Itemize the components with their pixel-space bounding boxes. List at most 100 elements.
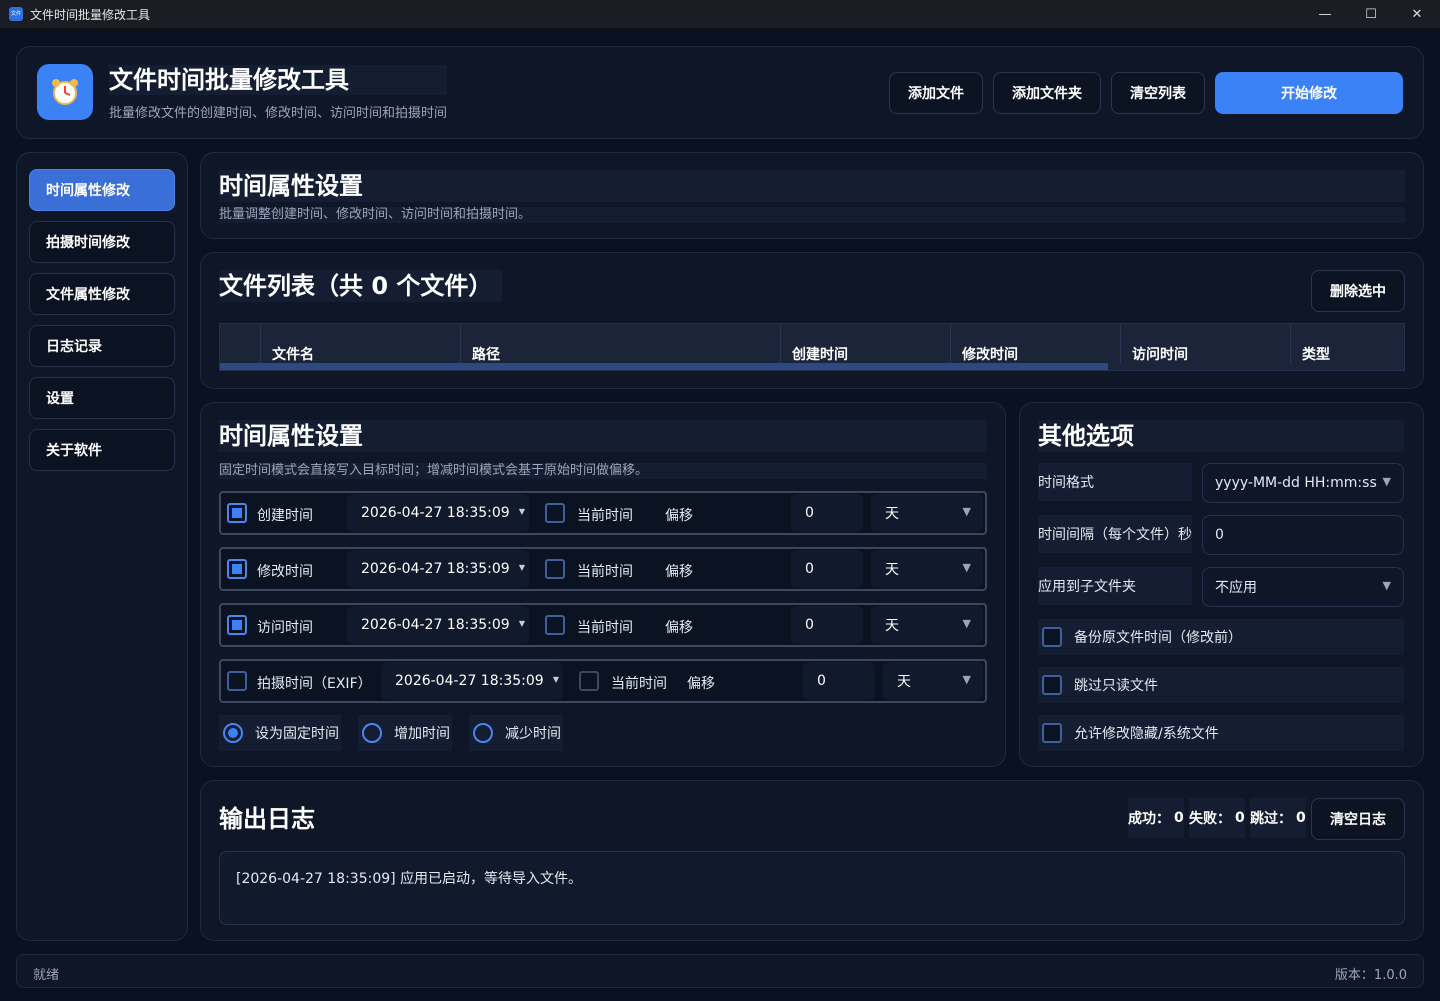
- time-settings-subtitle: 固定时间模式会直接写入目标时间；增减时间模式会基于原始时间做偏移。: [219, 463, 987, 479]
- add-folder-button[interactable]: 添加文件夹: [993, 72, 1101, 114]
- radio-icon: [362, 723, 382, 743]
- modified-time-checkbox[interactable]: [227, 559, 247, 579]
- time-row-created: 创建时间 2026-04-27 18:35:09 ▼ 当前时间 偏移 0 天 ▼: [219, 491, 987, 535]
- close-icon[interactable]: ✕: [1394, 0, 1440, 29]
- allow-hidden-option[interactable]: 允许修改隐藏/系统文件: [1038, 715, 1404, 751]
- success-count: 成功： 0: [1128, 798, 1184, 838]
- section-subtitle: 批量调整创建时间、修改时间、访问时间和拍摄时间。: [219, 207, 1405, 223]
- column-type[interactable]: 类型: [1302, 344, 1330, 364]
- maximize-icon[interactable]: ☐: [1348, 0, 1394, 29]
- sidebar-item-logs[interactable]: 日志记录: [29, 325, 175, 367]
- sidebar-item-file-attributes[interactable]: 文件属性修改: [29, 273, 175, 315]
- modified-unit-select[interactable]: 天 ▼: [871, 550, 983, 588]
- accessed-datetime-picker[interactable]: 2026-04-27 18:35:09 ▼: [347, 606, 529, 644]
- file-list-title: 文件列表（共 0 个文件）: [219, 270, 503, 302]
- allow-hidden-checkbox[interactable]: [1042, 723, 1062, 743]
- section-title: 时间属性设置: [219, 170, 1405, 202]
- sidebar-item-time-attributes[interactable]: 时间属性修改: [29, 169, 175, 211]
- created-current-time-checkbox[interactable]: [545, 503, 565, 523]
- clear-log-button[interactable]: 清空日志: [1311, 798, 1405, 840]
- column-filename[interactable]: 文件名: [272, 344, 314, 364]
- sidebar-item-shooting-time[interactable]: 拍摄时间修改: [29, 221, 175, 263]
- app-subtitle: 批量修改文件的创建时间、修改时间、访问时间和拍摄时间: [109, 106, 448, 121]
- apply-subfolder-label: 应用到子文件夹: [1038, 567, 1192, 605]
- window-title: 文件时间批量修改工具: [30, 7, 151, 22]
- exif-current-time-checkbox[interactable]: [579, 671, 599, 691]
- title-bar: 文件 文件时间批量修改工具 — ☐ ✕: [0, 0, 1440, 29]
- created-unit-select[interactable]: 天 ▼: [871, 494, 983, 532]
- accessed-current-time-checkbox[interactable]: [545, 615, 565, 635]
- skip-readonly-checkbox[interactable]: [1042, 675, 1062, 695]
- created-time-label: 创建时间: [257, 508, 313, 524]
- column-accessed[interactable]: 访问时间: [1132, 344, 1188, 364]
- skip-readonly-option[interactable]: 跳过只读文件: [1038, 667, 1404, 703]
- accessed-current-time-label: 当前时间: [577, 620, 633, 636]
- accessed-offset-input[interactable]: 0: [791, 606, 863, 644]
- accessed-time-label: 访问时间: [257, 620, 313, 636]
- created-datetime-picker[interactable]: 2026-04-27 18:35:09 ▼: [347, 494, 529, 532]
- fail-count: 失败： 0: [1189, 798, 1245, 838]
- exif-unit-select[interactable]: 天 ▼: [883, 662, 983, 700]
- file-list-panel: 文件列表（共 0 个文件） 删除选中 文件名 路径 创建时间 修改时间 访问时间…: [200, 252, 1424, 389]
- sidebar-item-about[interactable]: 关于软件: [29, 429, 175, 471]
- time-format-select[interactable]: yyyy-MM-dd HH:mm:ss ▼: [1202, 463, 1404, 503]
- mode-fixed-radio[interactable]: 设为固定时间: [219, 715, 341, 751]
- modified-current-time-checkbox[interactable]: [545, 559, 565, 579]
- exif-current-time-label: 当前时间: [611, 676, 667, 692]
- start-button[interactable]: 开始修改: [1215, 72, 1403, 114]
- exif-datetime-picker[interactable]: 2026-04-27 18:35:09 ▼: [381, 662, 563, 700]
- column-created[interactable]: 创建时间: [792, 344, 848, 364]
- modified-time-label: 修改时间: [257, 564, 313, 580]
- log-output[interactable]: [2026-04-27 18:35:09] 应用已启动，等待导入文件。: [219, 851, 1405, 925]
- exif-offset-input[interactable]: 0: [803, 662, 875, 700]
- other-options-title: 其他选项: [1038, 420, 1404, 452]
- app-small-icon: 文件: [9, 7, 23, 21]
- created-offset-input[interactable]: 0: [791, 494, 863, 532]
- time-row-accessed: 访问时间 2026-04-27 18:35:09 ▼ 当前时间 偏移 0 天 ▼: [219, 603, 987, 647]
- modified-offset-input[interactable]: 0: [791, 550, 863, 588]
- created-offset-label: 偏移: [665, 508, 693, 524]
- other-options-panel: 其他选项 时间格式 yyyy-MM-dd HH:mm:ss ▼ 时间间隔（每个文件…: [1019, 402, 1424, 767]
- delete-selected-button[interactable]: 删除选中: [1311, 270, 1405, 312]
- time-settings-panel: 时间属性设置 固定时间模式会直接写入目标时间；增减时间模式会基于原始时间做偏移。…: [200, 402, 1006, 767]
- time-settings-title: 时间属性设置: [219, 420, 987, 452]
- clear-list-button[interactable]: 清空列表: [1111, 72, 1205, 114]
- apply-subfolder-select[interactable]: 不应用 ▼: [1202, 567, 1404, 607]
- status-text: 就绪: [33, 968, 60, 983]
- skip-count: 跳过： 0: [1250, 798, 1306, 838]
- time-row-modified: 修改时间 2026-04-27 18:35:09 ▼ 当前时间 偏移 0 天 ▼: [219, 547, 987, 591]
- radio-icon: [473, 723, 493, 743]
- interval-input[interactable]: 0: [1202, 515, 1404, 555]
- modified-datetime-picker[interactable]: 2026-04-27 18:35:09 ▼: [347, 550, 529, 588]
- mode-decrease-radio[interactable]: 减少时间: [469, 715, 563, 751]
- sidebar: 时间属性修改 拍摄时间修改 文件属性修改 日志记录 设置 关于软件: [16, 152, 188, 941]
- file-table-header: 文件名 路径 创建时间 修改时间 访问时间 类型: [219, 323, 1405, 371]
- exif-offset-label: 偏移: [687, 676, 715, 692]
- column-path[interactable]: 路径: [472, 344, 500, 364]
- status-bar: 就绪 版本：1.0.0: [16, 954, 1424, 988]
- modified-offset-label: 偏移: [665, 564, 693, 580]
- modified-current-time-label: 当前时间: [577, 564, 633, 580]
- interval-label: 时间间隔（每个文件）秒: [1038, 515, 1192, 553]
- accessed-unit-select[interactable]: 天 ▼: [871, 606, 983, 644]
- time-row-exif: 拍摄时间（EXIF） 2026-04-27 18:35:09 ▼ 当前时间 偏移 …: [219, 659, 987, 703]
- minimize-icon[interactable]: —: [1302, 0, 1348, 29]
- sidebar-item-settings[interactable]: 设置: [29, 377, 175, 419]
- output-log-panel: 输出日志 成功： 0 失败： 0 跳过： 0 清空日志 [2026-04-27 18:…: [200, 780, 1424, 941]
- column-modified[interactable]: 修改时间: [962, 344, 1018, 364]
- time-attributes-header-panel: 时间属性设置 批量调整创建时间、修改时间、访问时间和拍摄时间。: [200, 152, 1424, 239]
- created-current-time-label: 当前时间: [577, 508, 633, 524]
- exif-time-checkbox[interactable]: [227, 671, 247, 691]
- backup-time-checkbox[interactable]: [1042, 627, 1062, 647]
- time-format-label: 时间格式: [1038, 463, 1192, 501]
- app-title: 文件时间批量修改工具: [109, 65, 447, 95]
- exif-time-label: 拍摄时间（EXIF）: [257, 676, 372, 692]
- created-time-checkbox[interactable]: [227, 503, 247, 523]
- header-panel: 文件时间批量修改工具 批量修改文件的创建时间、修改时间、访问时间和拍摄时间 添加…: [16, 46, 1424, 139]
- backup-time-option[interactable]: 备份原文件时间（修改前）: [1038, 619, 1404, 655]
- add-file-button[interactable]: 添加文件: [889, 72, 983, 114]
- table-scrollbar[interactable]: [220, 363, 1108, 370]
- mode-increase-radio[interactable]: 增加时间: [358, 715, 452, 751]
- alarm-clock-icon: [37, 64, 93, 120]
- accessed-time-checkbox[interactable]: [227, 615, 247, 635]
